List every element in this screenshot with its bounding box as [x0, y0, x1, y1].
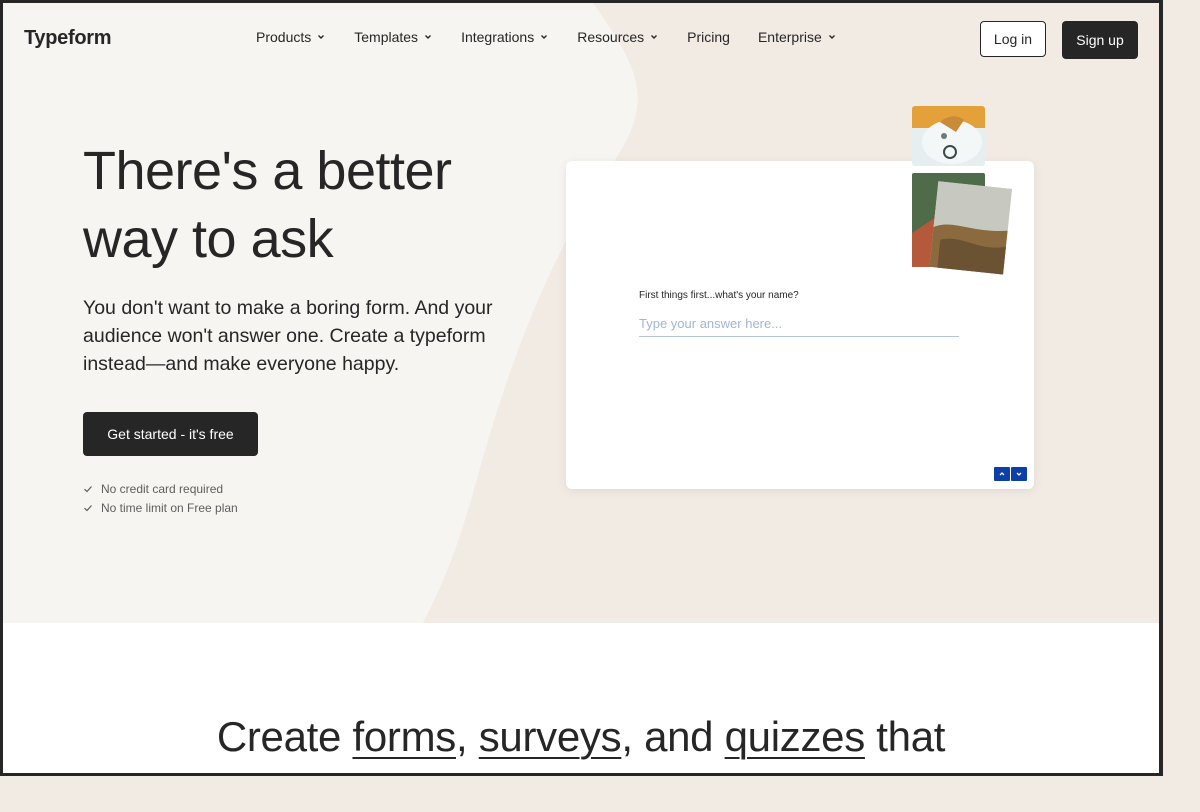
browser-viewport: Typeform Products Templates Integrations… [0, 0, 1163, 776]
heading-text: , [455, 713, 479, 760]
heading-text: that [864, 713, 946, 760]
chevron-down-icon [541, 35, 548, 39]
get-started-button[interactable]: Get started - it's free [83, 412, 258, 456]
hero-title: There's a better way to ask [83, 141, 452, 269]
main-menu: Products Templates Integrations Resource… [256, 29, 865, 45]
benefit-item: No time limit on Free plan [83, 498, 238, 517]
chevron-down-icon [318, 35, 325, 39]
chevron-up-icon [999, 472, 1005, 476]
preview-question: First things first...what's your name? [639, 290, 799, 301]
menu-templates[interactable]: Templates [354, 29, 433, 45]
menu-label: Integrations [461, 29, 535, 45]
benefit-label: No credit card required [101, 481, 224, 496]
check-icon [84, 504, 92, 511]
preview-answer-input[interactable]: Type your answer here... [639, 316, 959, 337]
heading-text: Create [216, 713, 353, 760]
check-icon [84, 485, 92, 492]
typeform-logo[interactable]: Typeform [24, 27, 112, 50]
surveys-link[interactable]: surveys [479, 713, 622, 760]
chevron-down-icon [651, 35, 658, 39]
forms-link[interactable]: forms [352, 713, 456, 760]
features-section: Create forms, surveys, and quizzes that [3, 623, 1159, 773]
section-heading: Create forms, surveys, and quizzes that [3, 713, 1159, 761]
benefit-label: No time limit on Free plan [101, 500, 238, 515]
heading-text: , and [621, 713, 725, 760]
preview-nav [994, 467, 1027, 481]
preview-prev-button[interactable] [994, 467, 1010, 481]
menu-label: Templates [354, 29, 419, 45]
top-nav: Typeform Products Templates Integrations… [3, 3, 1159, 75]
menu-resources[interactable]: Resources [577, 29, 659, 45]
hero-subtitle: You don't want to make a boring form. An… [83, 297, 493, 375]
preview-photo-landscape [912, 173, 1012, 275]
signup-button[interactable]: Sign up [1062, 21, 1138, 59]
benefits-list: No credit card required No time limit on… [83, 479, 238, 517]
menu-label: Resources [577, 29, 645, 45]
benefit-item: No credit card required [83, 479, 238, 498]
menu-label: Pricing [687, 29, 730, 45]
chevron-down-icon [1016, 472, 1022, 476]
menu-products[interactable]: Products [256, 29, 326, 45]
quizzes-link[interactable]: quizzes [725, 713, 866, 760]
menu-label: Enterprise [757, 29, 822, 45]
chevron-down-icon [425, 35, 432, 39]
menu-integrations[interactable]: Integrations [461, 29, 549, 45]
menu-enterprise[interactable]: Enterprise [758, 29, 837, 45]
menu-label: Products [256, 29, 312, 45]
chevron-down-icon [828, 35, 835, 39]
preview-photo-table [912, 106, 985, 166]
login-button[interactable]: Log in [980, 21, 1046, 57]
preview-next-button[interactable] [1011, 467, 1027, 481]
menu-pricing[interactable]: Pricing [687, 29, 730, 45]
